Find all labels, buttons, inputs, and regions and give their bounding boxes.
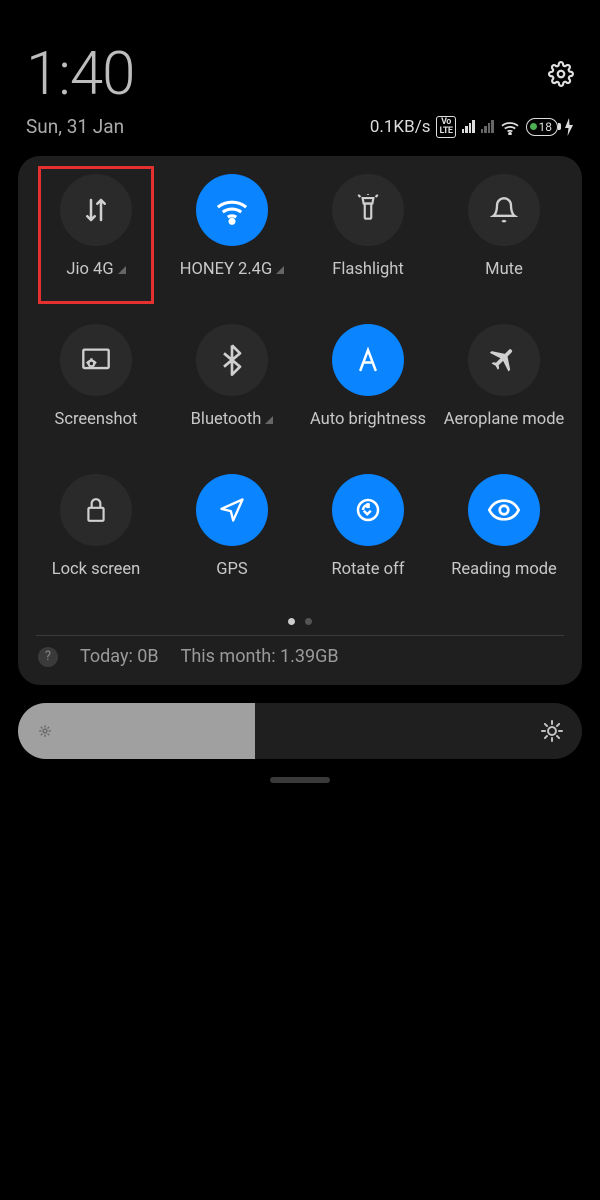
gps-icon[interactable]	[196, 474, 268, 546]
rotate-off-icon[interactable]	[332, 474, 404, 546]
brightness-low-icon	[36, 722, 54, 740]
clock-time: 1:40	[26, 38, 134, 109]
tile-lock-screen[interactable]: Lock screen	[28, 474, 164, 604]
tile-flashlight[interactable]: Flashlight	[300, 174, 436, 304]
expand-triangle-icon[interactable]	[276, 266, 284, 274]
quick-settings-panel: Jio 4G HONEY 2.4G Flashlight Mute Screenshot…	[18, 156, 582, 685]
tile-label: Mute	[485, 260, 523, 279]
tile-label: GPS	[216, 560, 247, 579]
bluetooth-icon[interactable]	[196, 324, 268, 396]
mute-icon[interactable]	[468, 174, 540, 246]
wifi-icon[interactable]	[196, 174, 268, 246]
status-bar: 0.1KB/s VoLTE 18	[370, 116, 574, 138]
tile-bluetooth[interactable]: Bluetooth	[164, 324, 300, 454]
reading-mode-icon[interactable]	[468, 474, 540, 546]
annotation-highlight	[38, 166, 154, 304]
volte-icon: VoLTE	[436, 116, 455, 138]
tile-label: Bluetooth	[191, 410, 274, 429]
expand-triangle-icon[interactable]	[265, 416, 273, 424]
tile-auto-brightness[interactable]: Auto brightness	[300, 324, 436, 454]
tile-label: Flashlight	[332, 260, 404, 279]
tile-gps[interactable]: GPS	[164, 474, 300, 604]
date-label: Sun, 31 Jan	[26, 115, 124, 138]
usage-month: This month: 1.39GB	[181, 646, 339, 667]
brightness-high-icon	[540, 719, 564, 743]
tile-reading-mode[interactable]: Reading mode	[436, 474, 572, 604]
pager-dots[interactable]	[28, 618, 572, 625]
settings-gear-icon[interactable]	[548, 61, 574, 87]
usage-today: Today: 0B	[80, 646, 159, 667]
pager-dot[interactable]	[288, 618, 295, 625]
tile-mute[interactable]: Mute	[436, 174, 572, 304]
signal-sim2-icon	[481, 120, 494, 133]
nav-handle[interactable]	[0, 777, 600, 783]
net-speed-label: 0.1KB/s	[370, 117, 431, 137]
signal-sim1-icon	[462, 120, 475, 133]
tile-aeroplane-mode[interactable]: Aeroplane mode	[436, 324, 572, 454]
tile-label: Lock screen	[52, 560, 141, 579]
charging-icon	[564, 118, 574, 136]
tile-label: HONEY 2.4G	[180, 260, 284, 279]
tile-screenshot[interactable]: Screenshot	[28, 324, 164, 454]
tile-label: Rotate off	[331, 560, 404, 579]
brightness-slider[interactable]	[18, 703, 582, 759]
battery-percent: 18	[539, 120, 553, 134]
tile-label: Aeroplane mode	[444, 410, 565, 429]
help-icon: ?	[38, 647, 58, 667]
pager-dot[interactable]	[305, 618, 312, 625]
auto-brightness-icon[interactable]	[332, 324, 404, 396]
aeroplane-mode-icon[interactable]	[468, 324, 540, 396]
tile-wifi[interactable]: HONEY 2.4G	[164, 174, 300, 304]
tile-label: Reading mode	[451, 560, 557, 579]
tile-label: Auto brightness	[310, 410, 426, 429]
tile-mobile-data[interactable]: Jio 4G	[28, 174, 164, 304]
tile-rotate-off[interactable]: Rotate off	[300, 474, 436, 604]
flashlight-icon[interactable]	[332, 174, 404, 246]
screenshot-icon[interactable]	[60, 324, 132, 396]
battery-icon: 18	[526, 118, 559, 136]
lock-screen-icon[interactable]	[60, 474, 132, 546]
wifi-status-icon	[500, 119, 520, 135]
data-usage-row[interactable]: ? Today: 0B This month: 1.39GB	[28, 636, 572, 673]
tile-label: Screenshot	[55, 410, 138, 429]
